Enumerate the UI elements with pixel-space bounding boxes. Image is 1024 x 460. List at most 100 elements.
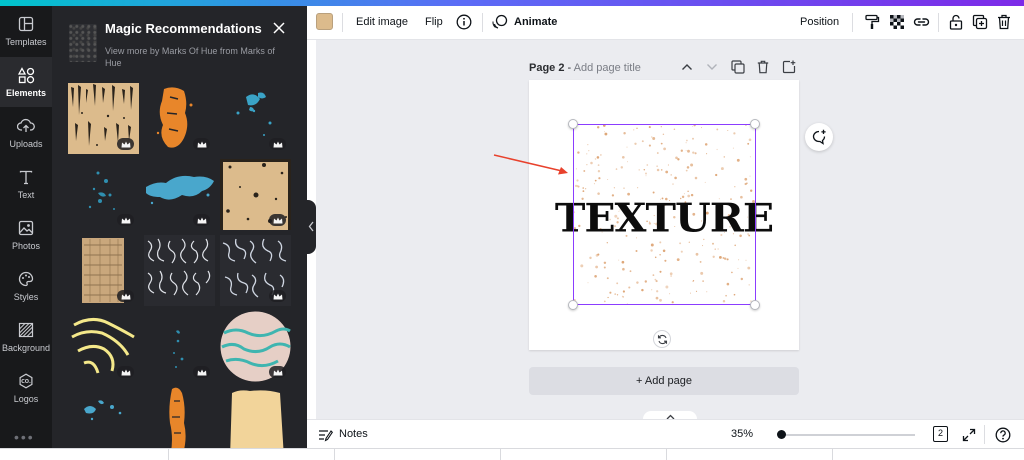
link-icon[interactable] — [912, 13, 930, 31]
crown-icon — [117, 366, 134, 378]
toolbar-divider — [482, 13, 483, 32]
toolbar-divider — [852, 13, 853, 32]
annotation-arrow — [493, 154, 568, 175]
page-title-input[interactable]: Add page title — [574, 62, 641, 74]
texture-tile[interactable] — [144, 235, 215, 306]
texture-tile[interactable] — [144, 387, 215, 454]
close-icon[interactable] — [270, 19, 288, 37]
page-title-separator: - — [564, 62, 574, 74]
paint-roller-icon[interactable] — [863, 13, 881, 31]
trash-icon[interactable] — [995, 13, 1013, 31]
styles-icon — [17, 270, 35, 288]
editor-app: Templates Elements Uploads Text Photos S… — [0, 0, 1024, 460]
rail-item-label: Templates — [5, 37, 47, 47]
delete-page-icon[interactable] — [756, 60, 770, 74]
rail-item-background[interactable]: Background — [0, 312, 52, 362]
strip-divider — [500, 448, 501, 460]
rail-item-label: Styles — [13, 292, 39, 302]
texture-tile[interactable] — [68, 83, 139, 154]
resize-handle-bottom-left[interactable] — [568, 300, 578, 310]
crown-icon — [117, 138, 134, 150]
transparency-icon[interactable] — [888, 13, 906, 31]
texture-tile[interactable] — [68, 387, 139, 454]
rail-item-label: Text — [17, 190, 35, 200]
color-swatch-button[interactable] — [316, 13, 333, 30]
animate-icon[interactable] — [491, 13, 509, 31]
rail-item-label: Logos — [13, 394, 39, 404]
texture-tile[interactable] — [220, 159, 291, 230]
zoom-level[interactable]: 35% — [731, 428, 753, 440]
left-rail: Templates Elements Uploads Text Photos S… — [0, 6, 52, 454]
lock-icon[interactable] — [947, 13, 965, 31]
add-page-icon[interactable] — [782, 60, 796, 74]
rail-item-styles[interactable]: Styles — [0, 261, 52, 311]
help-icon[interactable] — [994, 426, 1011, 443]
texture-tile[interactable] — [220, 387, 291, 454]
rotate-handle[interactable] — [653, 330, 671, 348]
info-icon[interactable] — [455, 13, 473, 31]
templates-icon — [17, 15, 35, 33]
magic-recommendations-panel: Magic Recommendations View more by Marks… — [52, 6, 307, 454]
texture-tile[interactable] — [220, 311, 291, 382]
rail-item-templates[interactable]: Templates — [0, 6, 52, 56]
texture-tile[interactable] — [144, 83, 215, 154]
rail-item-label: Elements — [5, 88, 47, 98]
animate-button[interactable]: Animate — [514, 16, 557, 28]
chevron-up-icon[interactable] — [680, 60, 694, 74]
crown-icon — [269, 214, 286, 226]
texture-tile[interactable] — [68, 235, 139, 306]
texture-tile[interactable] — [68, 159, 139, 230]
background-icon — [17, 321, 35, 339]
bottom-divider — [984, 425, 985, 444]
resize-handle-top-left[interactable] — [568, 119, 578, 129]
panel-subtitle-link[interactable]: View more by Marks Of Hue from Marks of … — [105, 45, 280, 69]
crown-icon — [269, 138, 286, 150]
crown-icon — [117, 214, 134, 226]
resize-handle-bottom-right[interactable] — [750, 300, 760, 310]
strip-divider — [168, 448, 169, 460]
texture-tile[interactable] — [144, 159, 215, 230]
notes-button[interactable]: Notes — [339, 428, 368, 440]
flip-button[interactable]: Flip — [425, 16, 443, 28]
notes-icon[interactable] — [317, 426, 334, 443]
toolbar-divider — [342, 13, 343, 32]
toolbar-divider — [938, 13, 939, 32]
texture-tile[interactable] — [220, 83, 291, 154]
logos-icon: CO. — [17, 372, 35, 390]
position-button[interactable]: Position — [800, 16, 839, 28]
expand-icon[interactable] — [960, 426, 977, 443]
texture-tile[interactable] — [144, 311, 215, 382]
add-page-button[interactable]: + Add page — [529, 367, 799, 395]
chevron-down-icon[interactable] — [705, 60, 719, 74]
collapse-panel-button[interactable] — [307, 200, 316, 254]
rail-item-text[interactable]: Text — [0, 159, 52, 209]
add-comment-button[interactable] — [805, 123, 833, 151]
context-toolbar: Edit image Flip Animate Position — [307, 6, 1024, 40]
zoom-slider-thumb[interactable] — [777, 430, 786, 439]
texture-tile[interactable] — [220, 235, 291, 306]
crown-icon — [269, 290, 286, 302]
comment-plus-icon — [812, 129, 826, 145]
strip-divider — [334, 448, 335, 460]
duplicate-icon[interactable] — [971, 13, 989, 31]
strip-divider — [666, 448, 667, 460]
edit-image-button[interactable]: Edit image — [356, 16, 408, 28]
rail-item-label: Background — [1, 343, 51, 353]
design-page[interactable]: TEXTURE — [529, 80, 799, 350]
rail-item-elements[interactable]: Elements — [0, 57, 52, 107]
crown-icon — [269, 366, 286, 378]
panel-title: Magic Recommendations — [105, 21, 262, 36]
zoom-slider-track[interactable] — [780, 434, 915, 436]
rail-item-photos[interactable]: Photos — [0, 210, 52, 260]
texture-tile[interactable] — [68, 311, 139, 382]
recommendation-source-thumbnail[interactable] — [69, 24, 97, 62]
crown-icon — [193, 138, 210, 150]
duplicate-page-icon[interactable] — [731, 60, 745, 74]
rail-item-uploads[interactable]: Uploads — [0, 108, 52, 158]
rail-item-logos[interactable]: CO. Logos — [0, 363, 52, 413]
page-count-button[interactable]: 2 — [933, 426, 948, 442]
photos-icon — [17, 219, 35, 237]
resize-handle-top-right[interactable] — [750, 119, 760, 129]
page-header: Page 2 - Add page title — [529, 62, 641, 74]
more-icon[interactable]: ••• — [14, 429, 35, 445]
